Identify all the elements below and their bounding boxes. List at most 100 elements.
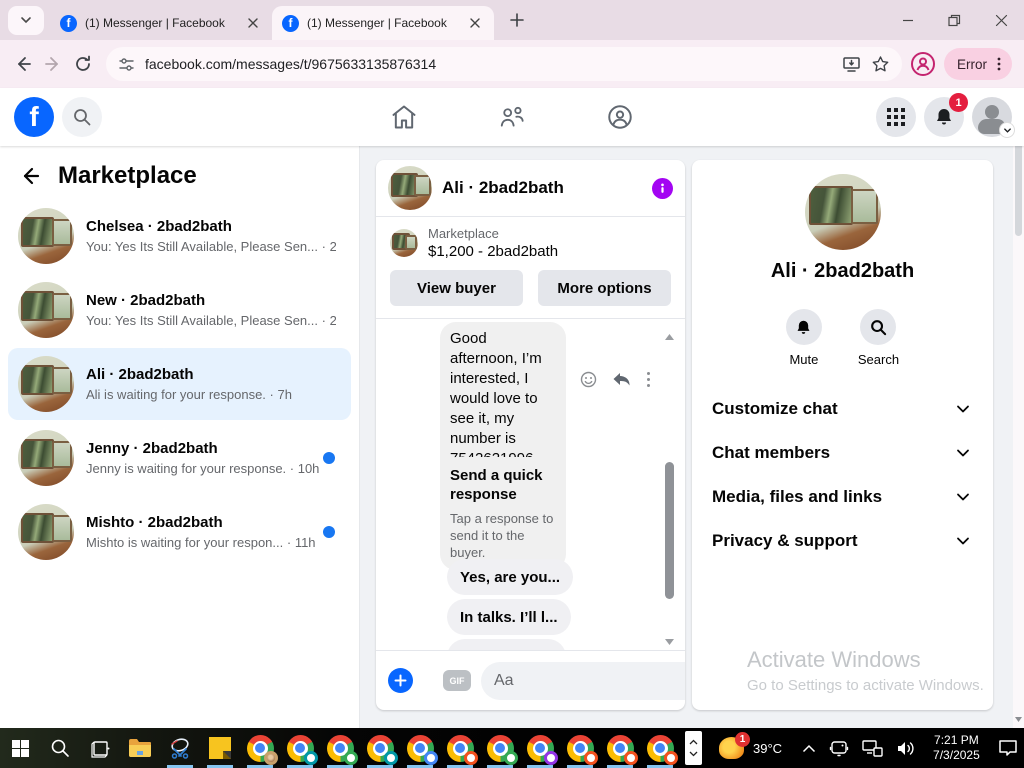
back-arrow-icon[interactable]	[18, 164, 42, 188]
section-chat-members[interactable]: Chat members	[692, 431, 993, 475]
start-button[interactable]	[0, 728, 40, 768]
chrome-profile-badge	[663, 750, 678, 765]
react-icon[interactable]	[580, 371, 597, 388]
more-icon[interactable]	[646, 371, 651, 388]
gif-button[interactable]: GIF	[443, 670, 471, 691]
tab-title: (1) Messenger | Facebook	[85, 16, 225, 30]
window-controls	[902, 14, 1008, 27]
tray-expand-chevron[interactable]	[802, 744, 816, 753]
action-center-button[interactable]	[990, 728, 1024, 768]
taskbar-clock[interactable]: 7:21 PM 7/3/2025	[923, 733, 990, 763]
apps-menu-button[interactable]	[876, 97, 916, 137]
quick-reply-chip-1[interactable]: Yes, are you...	[447, 559, 574, 595]
attach-plus-button[interactable]	[388, 668, 413, 693]
conversation-profile-photo[interactable]	[804, 174, 881, 250]
message-scrollbar-thumb[interactable]	[665, 462, 674, 599]
browser-tab-2[interactable]: f (1) Messenger | Facebook	[272, 6, 494, 40]
taskbar-chrome-window-3[interactable]	[320, 728, 360, 768]
taskbar-chrome-window-11[interactable]	[640, 728, 680, 768]
chat-list-item-jenny[interactable]: Jenny · 2bad2bath Jenny is waiting for y…	[8, 422, 351, 494]
taskbar-chrome-window-4[interactable]	[360, 728, 400, 768]
chrome-profile-badge	[343, 750, 358, 765]
taskbar-chrome-window-2[interactable]	[280, 728, 320, 768]
facebook-nav	[0, 88, 1024, 146]
forward-button[interactable]	[38, 49, 68, 79]
bookmark-star-icon[interactable]	[871, 55, 890, 74]
browser-profile-icon[interactable]	[910, 51, 936, 77]
section-privacy-support[interactable]: Privacy & support	[692, 519, 993, 563]
search-action[interactable]: Search	[858, 309, 899, 367]
browser-error-menu-button[interactable]: Error	[944, 48, 1012, 80]
chrome-icon	[526, 734, 558, 765]
task-view-button[interactable]	[80, 728, 120, 768]
taskbar-chrome-window-1[interactable]	[240, 728, 280, 768]
taskbar-chrome-window-5[interactable]	[400, 728, 440, 768]
mute-action[interactable]: Mute	[785, 309, 822, 367]
taskbar-weather-widget[interactable]: 1 39°C	[707, 732, 794, 759]
chat-list-item-ali[interactable]: Ali · 2bad2bath Ali is waiting for your …	[8, 348, 351, 420]
back-button[interactable]	[8, 49, 38, 79]
conversation-info-button[interactable]	[652, 177, 673, 199]
profile-avatar[interactable]	[972, 97, 1015, 138]
quick-reply-chip-2[interactable]: In talks. I’ll l...	[447, 599, 571, 635]
speaker-icon[interactable]	[896, 740, 915, 757]
tray-device-icon[interactable]	[829, 739, 849, 757]
reply-icon[interactable]	[612, 371, 631, 388]
nav-groups[interactable]	[606, 103, 634, 131]
more-options-button[interactable]: More options	[538, 270, 671, 306]
notification-badge: 1	[949, 93, 968, 112]
taskbar-chrome-window-9[interactable]	[560, 728, 600, 768]
view-buyer-button[interactable]: View buyer	[390, 270, 523, 306]
chrome-icon	[646, 734, 678, 765]
taskbar-chrome-window-6[interactable]	[440, 728, 480, 768]
listing-photo-avatar	[18, 430, 74, 486]
section-media-files-links[interactable]: Media, files and links	[692, 475, 993, 519]
new-tab-button[interactable]	[504, 7, 530, 33]
minimize-button[interactable]	[902, 14, 914, 26]
taskbar-chrome-window-7[interactable]	[480, 728, 520, 768]
quick-reply-chip-3[interactable]: Sorry, it’s n...	[447, 639, 567, 650]
message-input[interactable]	[494, 671, 685, 690]
taskbar-search-button[interactable]	[40, 728, 80, 768]
listing-price: $1,200 - 2bad2bath	[428, 243, 559, 260]
scroll-down-arrow[interactable]	[1014, 716, 1023, 723]
page-scrollbar[interactable]	[1013, 88, 1024, 728]
chat-list-item-new[interactable]: New · 2bad2bath You: Yes Its Still Avail…	[8, 274, 351, 346]
sticky-notes-button[interactable]	[200, 728, 240, 768]
taskbar-chrome-window-8[interactable]	[520, 728, 560, 768]
browser-tab-1[interactable]: f (1) Messenger | Facebook	[50, 6, 272, 40]
conversation-profile-name: Ali · 2bad2bath	[770, 260, 915, 282]
plus-icon	[510, 13, 524, 27]
url-text[interactable]: facebook.com/messages/t/9675633135876314	[145, 56, 832, 72]
taskbar-chrome-window-10[interactable]	[600, 728, 640, 768]
tab-close-icon[interactable]	[244, 14, 262, 32]
section-customize-chat[interactable]: Customize chat	[692, 387, 993, 431]
conversation-title[interactable]: Ali · 2bad2bath	[442, 178, 564, 198]
file-explorer-button[interactable]	[120, 728, 160, 768]
chrome-icon	[606, 734, 638, 765]
nav-friends[interactable]	[498, 103, 526, 131]
site-settings-icon[interactable]	[118, 56, 135, 73]
address-bar[interactable]: facebook.com/messages/t/9675633135876314	[106, 47, 902, 81]
taskbar-overflow-button[interactable]	[685, 731, 702, 765]
nav-home[interactable]	[390, 103, 418, 131]
reload-button[interactable]	[68, 49, 98, 79]
chrome-profile-badge	[423, 750, 438, 765]
scroll-up-arrow[interactable]	[664, 333, 675, 341]
tab-close-icon[interactable]	[466, 14, 484, 32]
chat-list-item-mishto[interactable]: Mishto · 2bad2bath Mishto is waiting for…	[8, 496, 351, 568]
tab-search-button[interactable]	[8, 5, 44, 35]
scroll-down-arrow[interactable]	[664, 638, 675, 646]
chat-list-item-chelsea[interactable]: Chelsea · 2bad2bath You: Yes Its Still A…	[8, 200, 351, 272]
message-input-pill[interactable]	[481, 661, 685, 700]
close-button[interactable]	[995, 14, 1008, 27]
install-app-icon[interactable]	[842, 55, 861, 74]
conversation-avatar[interactable]	[388, 166, 432, 210]
network-icon[interactable]	[862, 739, 883, 757]
restore-button[interactable]	[948, 14, 961, 27]
notifications-button[interactable]: 1	[924, 93, 968, 137]
chevron-down-icon	[957, 537, 969, 545]
apps-grid-icon	[887, 108, 905, 126]
listing-label: Marketplace	[428, 226, 499, 241]
snipping-tool-button[interactable]	[160, 728, 200, 768]
